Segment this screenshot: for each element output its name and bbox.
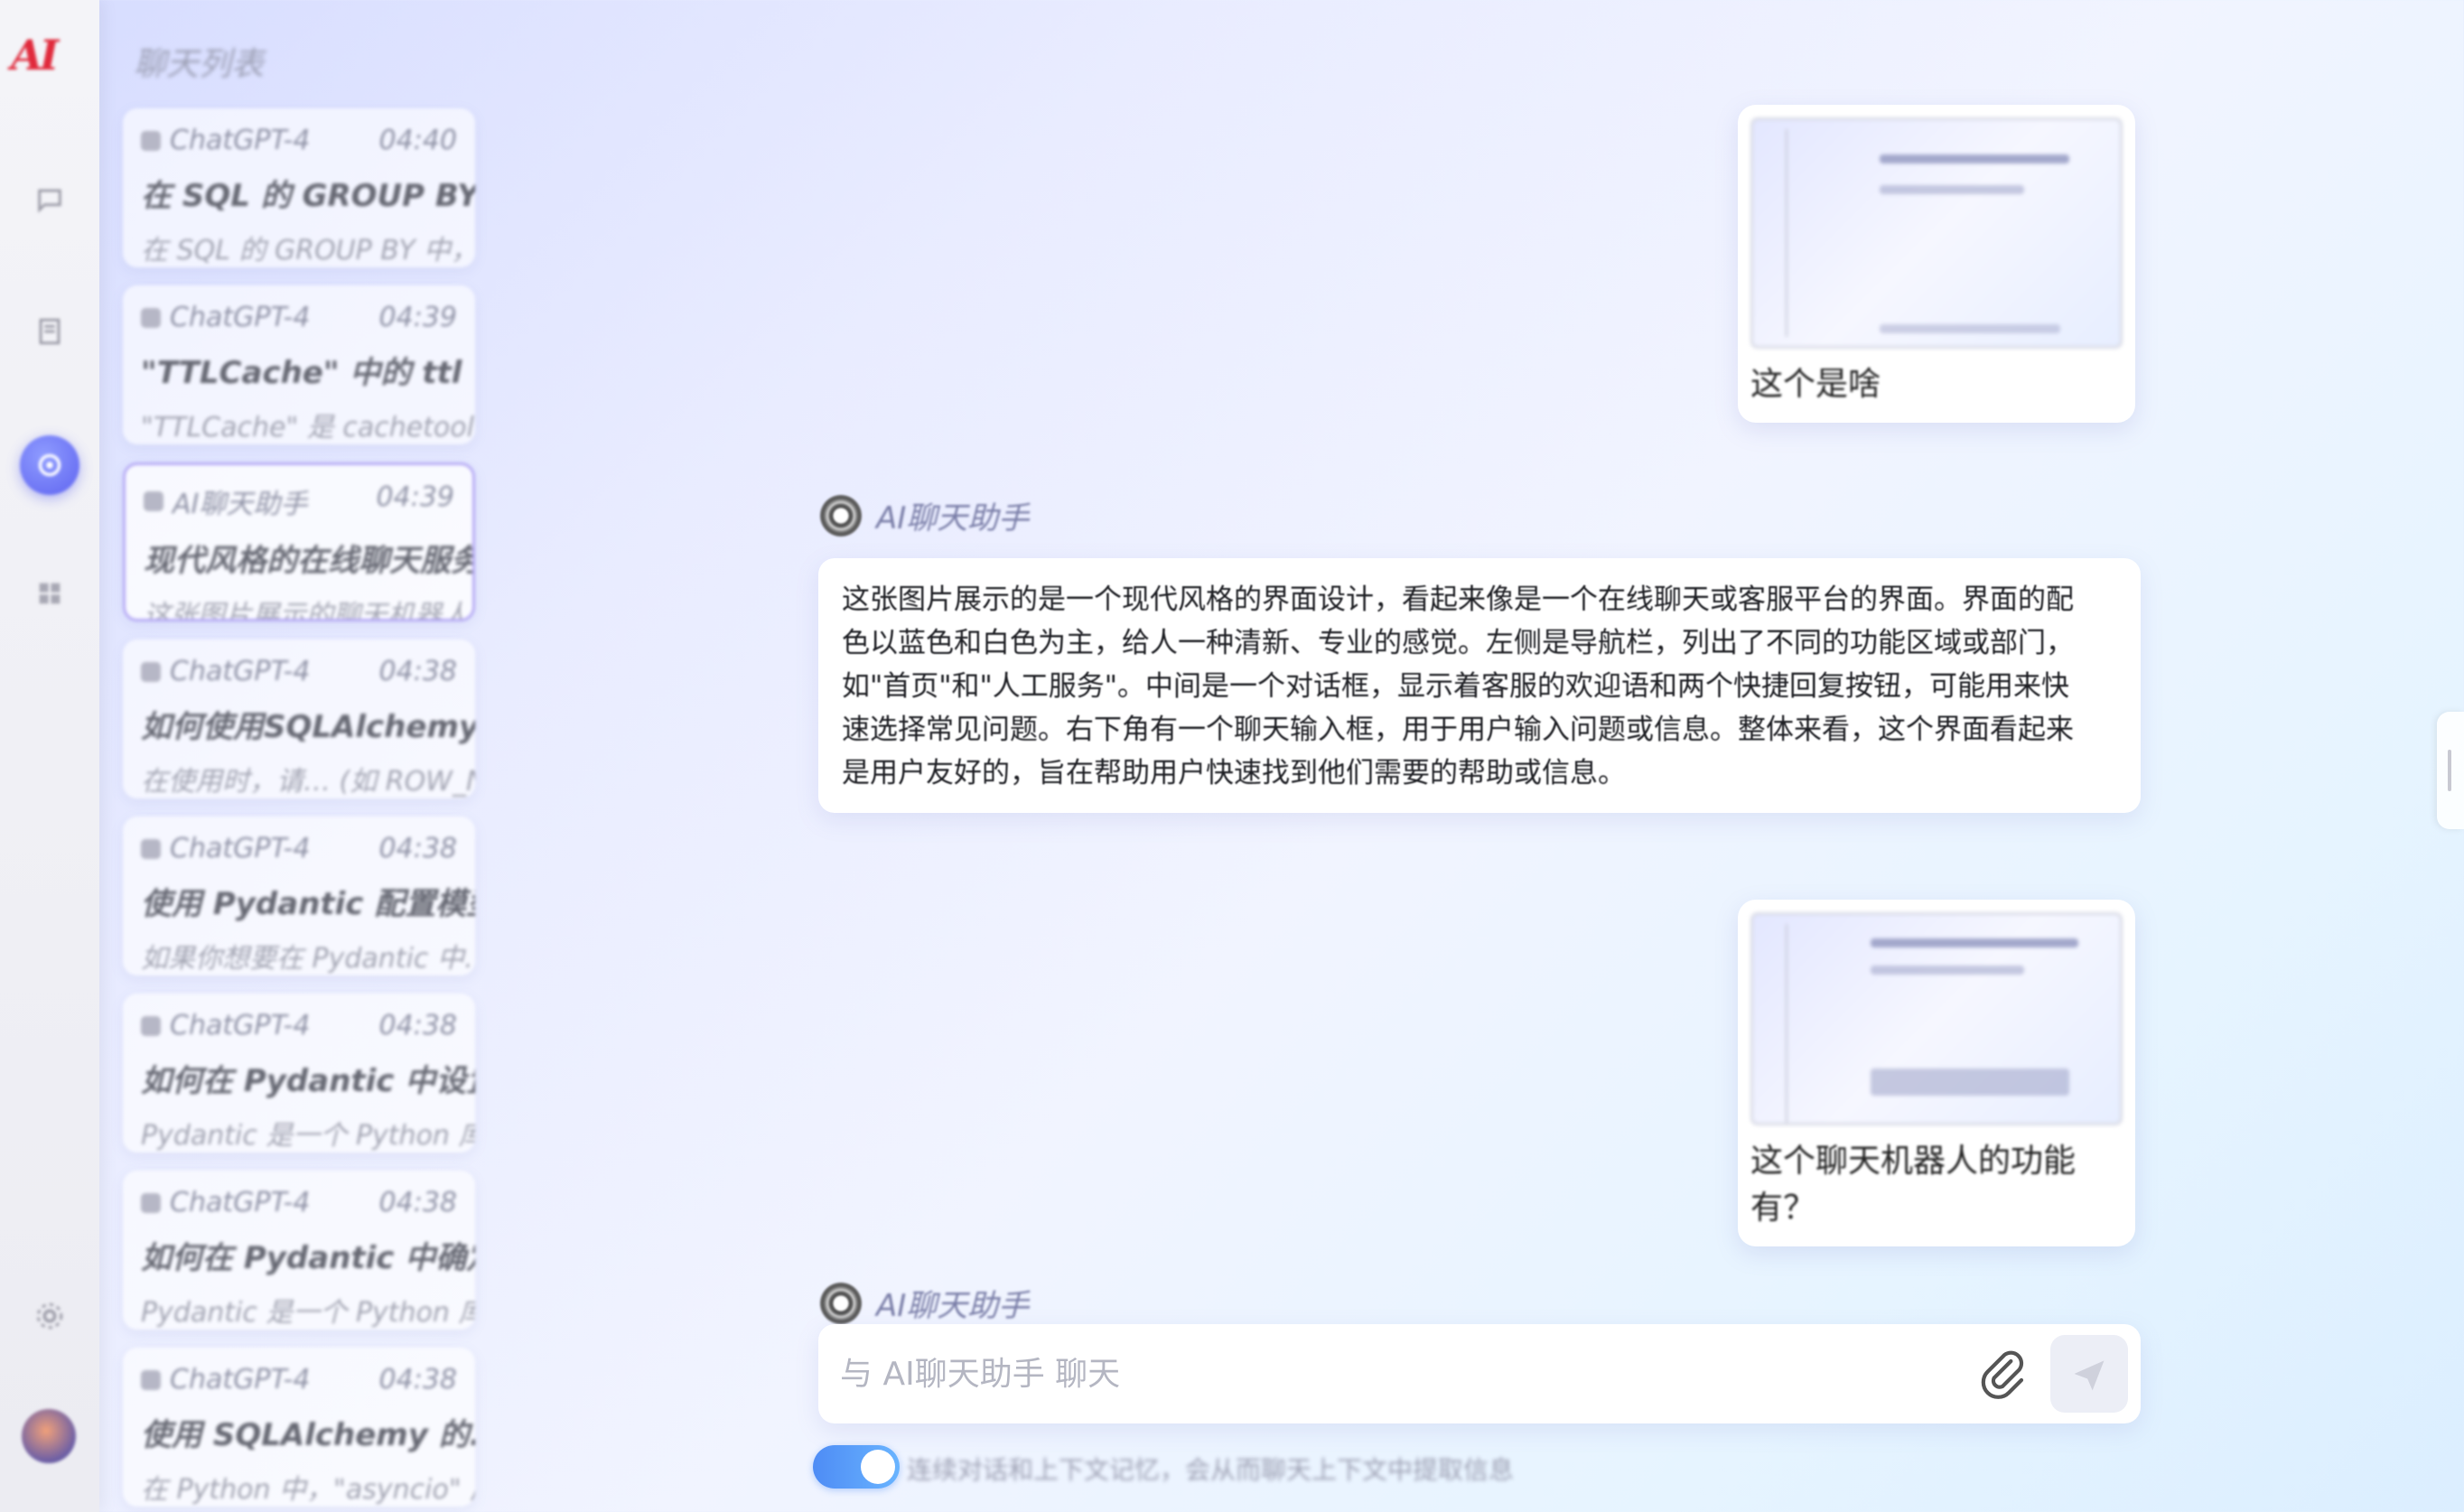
toggle-label: 连续对话和上下文记忆，会从而聊天上下文中提取信息	[907, 1455, 1515, 1485]
document-icon[interactable]	[31, 313, 69, 350]
app-logo[interactable]: AI	[11, 31, 92, 81]
grid-icon[interactable]	[31, 574, 69, 612]
conversation-item[interactable]: ChatGPT-404:38 如何在 Pydantic 中确定必… Pydant…	[123, 1171, 475, 1330]
image-thumbnail[interactable]	[1750, 912, 2123, 1125]
chat-icon[interactable]	[31, 181, 69, 219]
send-icon	[2074, 1360, 2105, 1391]
conversation-item-selected[interactable]: AI聊天助手04:39 现代风格的在线聊天服务… 这张图片展示的聊天机器人界面…	[123, 462, 475, 621]
model-icon	[141, 1369, 161, 1390]
model-icon	[141, 1192, 161, 1213]
conversation-item[interactable]: ChatGPT-4 04:38 使用 SQLAlchemy 的… 在 Python…	[123, 1348, 475, 1507]
settings-icon[interactable]	[31, 1297, 69, 1335]
model-icon	[141, 661, 161, 682]
conversation-item[interactable]: ChatGPT-404:39 "TTLCache" 中的 ttl 参数… "TT…	[123, 285, 475, 444]
assistant-header: AI聊天助手	[820, 493, 1029, 537]
user-image-message[interactable]: 这个聊天机器人的功能有？	[1738, 900, 2135, 1246]
sidebar-title: 聊天列表	[134, 46, 265, 83]
chat-input[interactable]	[818, 1324, 1971, 1423]
left-rail: AI	[0, 0, 99, 1512]
user-image-message[interactable]: 这个是啥	[1738, 105, 2135, 423]
assistant-logo-icon	[820, 1282, 862, 1324]
assistant-logo-icon	[820, 494, 862, 537]
context-toggle[interactable]	[813, 1445, 900, 1489]
send-button[interactable]	[2050, 1335, 2128, 1413]
model-icon	[141, 307, 161, 328]
model-icon	[144, 491, 163, 511]
conversation-list: ChatGPT-404:40 在 SQL 的 GROUP BY 中，如果… 在 …	[123, 108, 479, 1512]
message-caption: 这个是啥	[1750, 366, 1881, 403]
assistant-message: 这张图片展示的是一个现代风格的界面设计，看起来像是一个在线聊天或客服平台的界面。…	[818, 558, 2141, 813]
message-caption: 这个聊天机器人的功能有？	[1750, 1143, 2077, 1227]
conversation-item[interactable]: ChatGPT-404:40 在 SQL 的 GROUP BY 中，如果… 在 …	[123, 108, 475, 267]
conversation-item[interactable]: ChatGPT-404:38 使用 Pydantic 配置模型… 如果你想要在 …	[123, 817, 475, 975]
model-icon	[141, 838, 161, 859]
paperclip-icon[interactable]	[1971, 1342, 2034, 1405]
model-icon	[141, 1015, 161, 1036]
chat-composer	[818, 1324, 2141, 1423]
model-icon	[141, 130, 161, 151]
assistant-typing-header: AI聊天助手	[820, 1281, 1029, 1325]
avatar[interactable]	[22, 1409, 76, 1463]
assistant-icon[interactable]	[20, 435, 79, 495]
conversation-item[interactable]: ChatGPT-404:38 如何在 Pydantic 中设置默… Pydant…	[123, 994, 475, 1153]
image-thumbnail[interactable]	[1750, 117, 2123, 349]
conversation-item[interactable]: ChatGPT-404:38 如何使用SQLAlchemy中的… 在使用时，请……	[123, 639, 475, 798]
panel-handle[interactable]	[2437, 712, 2464, 829]
